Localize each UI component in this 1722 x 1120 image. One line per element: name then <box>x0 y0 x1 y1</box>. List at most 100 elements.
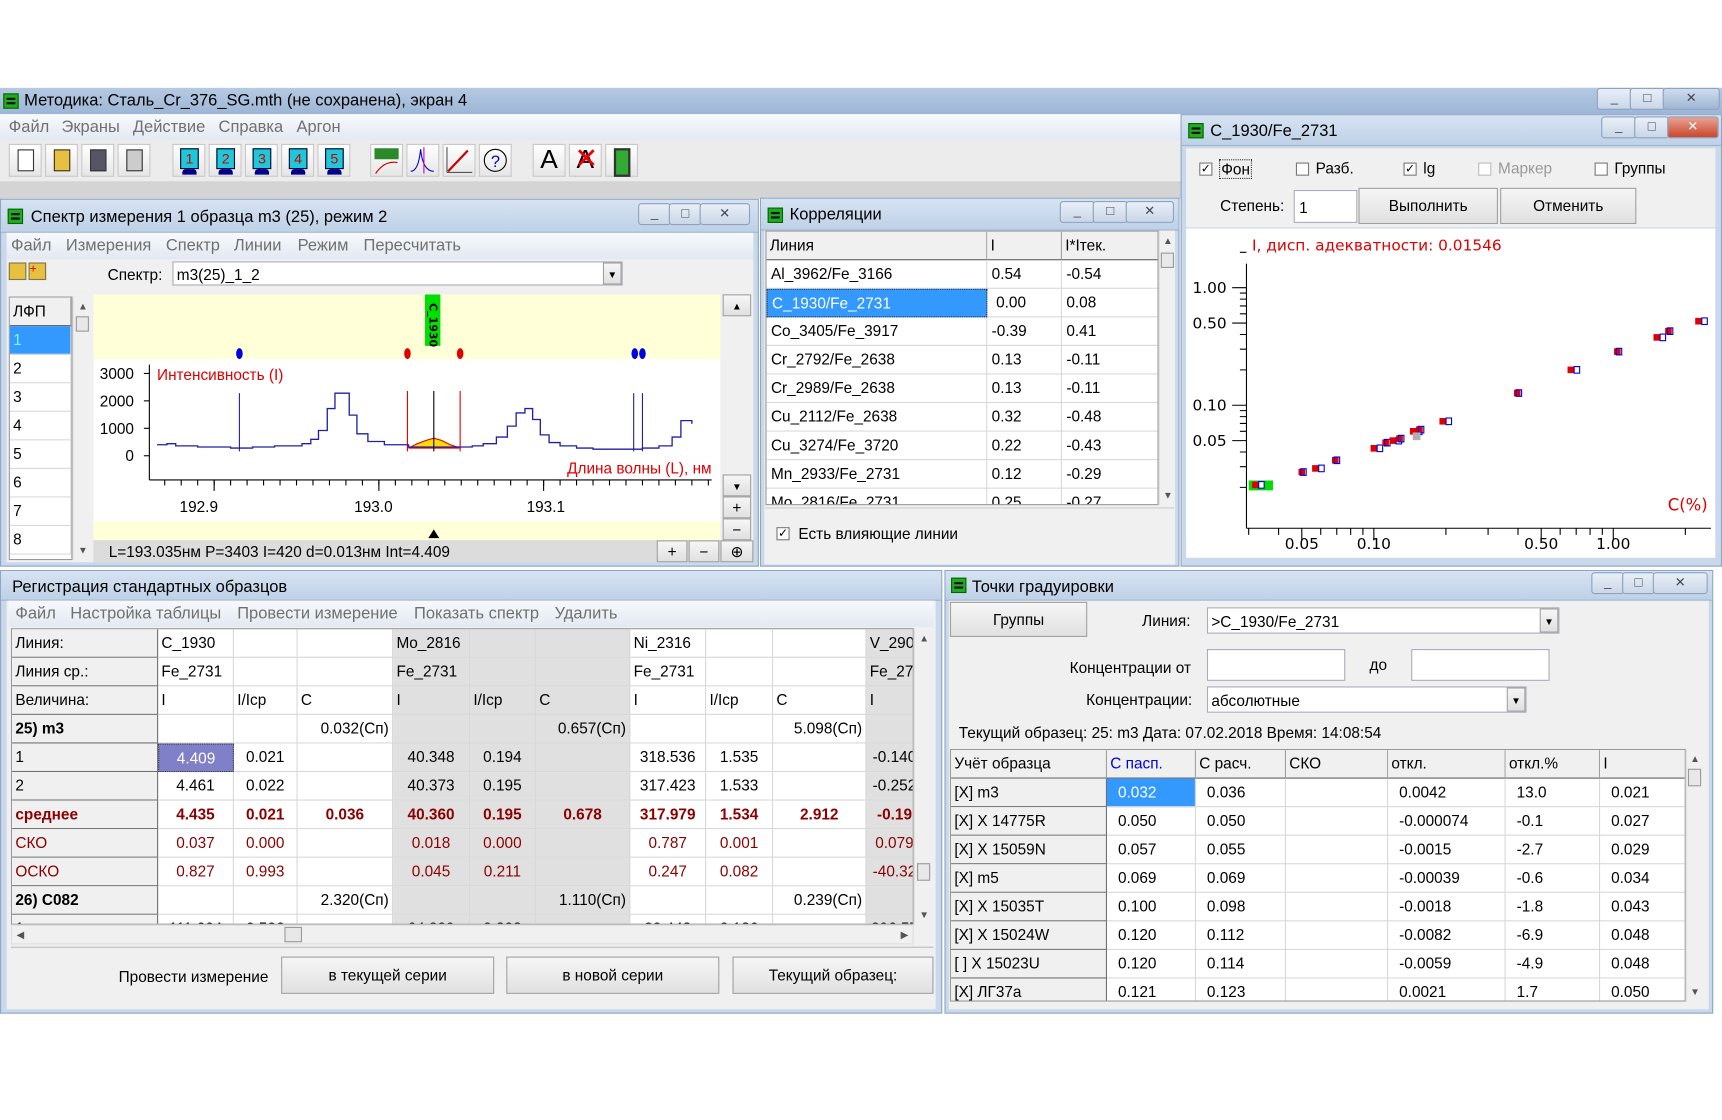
lfp-item[interactable]: 6 <box>9 468 72 498</box>
table-cell[interactable]: 1 <box>12 743 159 773</box>
column-header[interactable]: Линия <box>766 231 988 261</box>
menu-item-1[interactable]: Экраны <box>61 118 119 137</box>
open-folder-button[interactable] <box>45 143 78 177</box>
calibration-chart-button[interactable] <box>370 143 404 177</box>
lfp-item[interactable]: 2 <box>9 354 72 384</box>
table-cell[interactable]: Cr_2792/Fe_2638 <box>766 345 988 375</box>
column-header[interactable]: откл. <box>1388 750 1506 779</box>
maximize-button[interactable]: □ <box>668 203 702 226</box>
table-cell[interactable]: Cu_2112/Fe_2638 <box>766 403 988 432</box>
table-cell[interactable]: Величина: <box>12 686 159 715</box>
scroll-up-button[interactable]: ▲ <box>722 294 752 317</box>
main-close-button[interactable]: ✕ <box>1662 87 1720 110</box>
zoom-out-vertical-button[interactable]: − <box>722 518 752 541</box>
help-button[interactable]: ? <box>478 143 512 177</box>
lfp-scrollbar[interactable]: ▲ ▼ <box>72 296 91 561</box>
table-cell[interactable]: 26) C082 <box>12 886 159 915</box>
column-header[interactable]: Учёт образца <box>951 750 1107 779</box>
calibration-scatter-plot[interactable]: I, дисп. адекватности: 0.01546 C(%) 0.05… <box>1186 228 1716 558</box>
table-cell[interactable]: [X] m3 <box>951 778 1107 808</box>
column-header[interactable]: С расч. <box>1195 750 1287 779</box>
cancel-button[interactable]: Отменить <box>1500 187 1637 225</box>
main-maximize-button[interactable]: □ <box>1629 87 1665 110</box>
table-cell[interactable]: [X] X 15059N <box>951 835 1107 865</box>
scroll-down-button[interactable]: ▼ <box>722 474 752 497</box>
open-folder-icon[interactable] <box>8 262 27 281</box>
minimize-button[interactable]: _ <box>1591 572 1625 595</box>
table-cell[interactable]: Линия ср.: <box>12 657 159 687</box>
clear-font-button[interactable]: ✕ A <box>568 143 602 177</box>
column-header[interactable]: I <box>1600 750 1685 779</box>
table-cell[interactable]: [X] X 15035T <box>951 892 1107 922</box>
menu-item-3[interactable]: Линии <box>234 236 282 255</box>
maximize-button[interactable]: □ <box>1622 572 1656 595</box>
screen-4-button[interactable]: 4 <box>281 143 315 177</box>
correlations-scrollbar[interactable]: ▲ ▼ <box>1158 230 1174 506</box>
screen-5-button[interactable]: 5 <box>317 143 351 177</box>
table-cell[interactable]: [X] X 15024W <box>951 921 1107 950</box>
close-button[interactable]: ✕ <box>1125 200 1174 223</box>
spectrum-select[interactable]: m3(25)_1_2 ▼ <box>172 261 623 286</box>
execute-button[interactable]: Выполнить <box>1358 187 1498 225</box>
new-file-button[interactable] <box>8 143 42 177</box>
table-cell[interactable]: среднее <box>12 800 159 830</box>
close-button[interactable]: ✕ <box>699 203 751 226</box>
scroll-thumb[interactable] <box>1160 252 1174 268</box>
table-cell[interactable]: Mo_2816/Fe_2731 <box>767 488 988 505</box>
menu-item-4[interactable]: Удалить <box>555 604 618 623</box>
exit-door-button[interactable] <box>605 143 639 177</box>
menu-item-4[interactable]: Режим <box>298 236 349 255</box>
add-folder-icon[interactable]: + <box>28 262 47 281</box>
registration-hscroll[interactable]: ◀ ▶ <box>10 924 914 945</box>
current-sample-button[interactable]: Текущий образец: <box>732 956 934 994</box>
menu-item-1[interactable]: Измерения <box>66 236 151 255</box>
lfp-item[interactable]: 7 <box>9 497 72 527</box>
degree-input[interactable]: 1 <box>1293 189 1358 223</box>
scroll-thumb[interactable] <box>1687 768 1702 787</box>
menu-item-5[interactable]: Пересчитать <box>364 236 461 255</box>
menu-item-3[interactable]: Справка <box>219 118 284 137</box>
table-cell[interactable]: Cr_2989/Fe_2638 <box>766 374 988 404</box>
minimize-button[interactable]: _ <box>1059 200 1095 223</box>
menu-item-4[interactable]: Аргон <box>297 118 341 137</box>
registration-title-bar[interactable]: Регистрация стандартных образцов <box>1 571 942 601</box>
minimize-button[interactable]: _ <box>638 203 672 226</box>
option-checkbox-4[interactable] <box>1594 162 1608 176</box>
menu-item-2[interactable]: Спектр <box>166 236 220 255</box>
column-header[interactable]: I <box>987 231 1062 261</box>
zoom-in-button[interactable]: + <box>656 540 688 563</box>
main-minimize-button[interactable]: _ <box>1596 87 1632 110</box>
print-button[interactable] <box>117 143 151 177</box>
table-cell[interactable]: 25) m3 <box>12 714 159 744</box>
lfp-item[interactable]: 5 <box>9 440 72 469</box>
lfp-item[interactable]: 1 <box>9 326 72 355</box>
lfp-item[interactable]: 4 <box>9 411 72 441</box>
column-header[interactable]: С пасп. <box>1106 750 1196 779</box>
chevron-down-icon[interactable]: ▼ <box>602 262 622 285</box>
table-cell[interactable]: Mn_2933/Fe_2731 <box>766 460 988 489</box>
measure-current-series-button[interactable]: в текущей серии <box>281 956 495 994</box>
table-cell[interactable]: ОСКО <box>12 857 159 887</box>
line-select[interactable]: >C_1930/Fe_2731 ▼ <box>1206 607 1560 634</box>
table-cell[interactable]: Co_3405/Fe_3917 <box>766 317 988 346</box>
table-cell[interactable]: C_1930/Fe_2731 <box>766 288 988 318</box>
table-cell[interactable]: [ ] X 15023U <box>951 949 1107 979</box>
table-cell[interactable]: [X] X 14775R <box>951 807 1107 836</box>
spectrum-title-bar[interactable]: Спектр измерения 1 образца m3 (25), режи… <box>1 199 758 233</box>
calibration-plot-title-bar[interactable]: C_1930/Fe_2731 _ □ ✕ <box>1181 115 1721 147</box>
option-checkbox-1[interactable] <box>1295 162 1310 176</box>
table-cell[interactable]: [X] ЛГ37а <box>951 978 1107 1001</box>
groups-button[interactable]: Группы <box>949 601 1088 637</box>
maximize-button[interactable]: □ <box>1092 200 1128 223</box>
table-cell[interactable]: СКО <box>12 829 159 858</box>
option-checkbox-2[interactable]: ✓ <box>1403 162 1417 176</box>
lfp-item[interactable]: 3 <box>9 383 72 412</box>
conc-to-input[interactable] <box>1411 649 1550 681</box>
correlations-title-bar[interactable]: Корреляции _ □ ✕ <box>761 198 1179 231</box>
scroll-thumb[interactable] <box>284 926 303 943</box>
table-cell[interactable]: Линия: <box>12 629 159 658</box>
font-A-button[interactable]: A <box>532 143 566 177</box>
column-header[interactable]: откл.% <box>1505 750 1601 779</box>
measure-new-series-button[interactable]: в новой серии <box>506 956 720 994</box>
table-cell[interactable]: Al_3962/Fe_3166 <box>766 260 988 289</box>
